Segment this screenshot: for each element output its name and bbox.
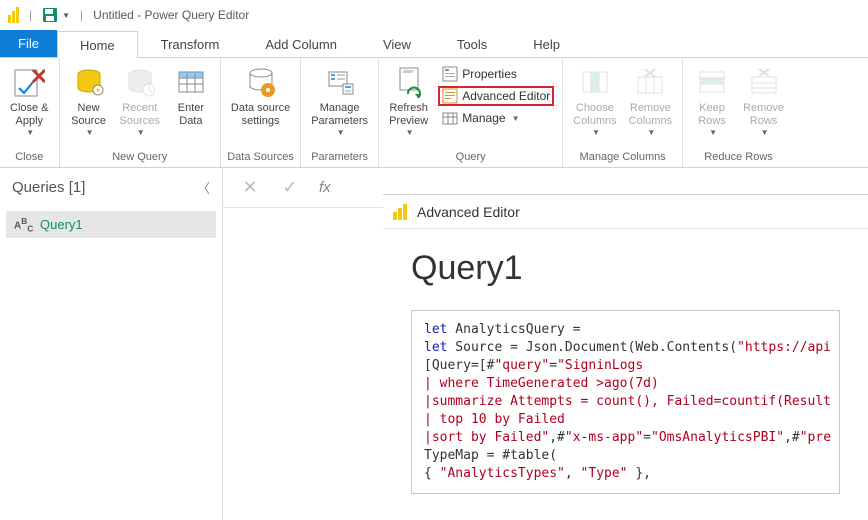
advanced-editor-label: Advanced Editor xyxy=(462,89,550,103)
chevron-down-icon: ▼ xyxy=(709,128,717,137)
chevron-down-icon: ▼ xyxy=(512,114,520,123)
powerbi-logo-icon xyxy=(393,204,407,220)
manage-label: Manage xyxy=(462,111,505,125)
group-label-close: Close xyxy=(4,149,55,165)
group-label-query: Query xyxy=(383,149,558,165)
code-editor[interactable]: let AnalyticsQuery = let Source = Json.D… xyxy=(411,310,840,494)
chevron-down-icon: ▼ xyxy=(761,128,769,137)
enter-data-icon xyxy=(177,64,205,100)
remove-columns-icon xyxy=(635,64,665,100)
title-bar: | ▼ | Untitled - Power Query Editor xyxy=(0,0,868,30)
queries-header: Queries [1] 〈 xyxy=(0,168,222,207)
group-label-new-query: New Query xyxy=(64,149,216,165)
choose-columns-button[interactable]: Choose Columns ▼ xyxy=(567,62,622,139)
chevron-down-icon: ▼ xyxy=(647,128,655,137)
tab-file[interactable]: File xyxy=(0,30,57,57)
commit-formula-icon[interactable]: ✓ xyxy=(279,177,301,198)
ribbon-tabstrip: File Home Transform Add Column View Tool… xyxy=(0,30,868,58)
save-dropdown-icon[interactable]: ▼ xyxy=(62,11,70,20)
enter-data-button[interactable]: Enter Data xyxy=(166,62,216,130)
queries-pane: Queries [1] 〈 ABC Query1 xyxy=(0,168,223,520)
keep-rows-icon xyxy=(697,64,727,100)
close-apply-button[interactable]: Close & Apply ▼ xyxy=(4,62,55,139)
ribbon: Close & Apply ▼ Close New Source ▼ Recen… xyxy=(0,58,868,168)
chevron-down-icon: ▼ xyxy=(406,128,414,137)
data-source-settings-icon xyxy=(246,64,276,100)
ribbon-group-manage-columns: Choose Columns ▼ Remove Columns ▼ Manage… xyxy=(563,58,683,167)
query-list: ABC Query1 xyxy=(0,207,222,242)
recent-sources-button[interactable]: Recent Sources ▼ xyxy=(114,62,166,139)
ribbon-group-reduce-rows: Keep Rows ▼ Remove Rows ▼ Reduce Rows xyxy=(683,58,794,167)
queries-header-label: Queries [1] xyxy=(12,179,85,196)
window-title: Untitled - Power Query Editor xyxy=(93,8,249,22)
advanced-editor-button[interactable]: Advanced Editor xyxy=(438,86,554,106)
tab-tools[interactable]: Tools xyxy=(434,30,510,57)
remove-columns-button[interactable]: Remove Columns ▼ xyxy=(623,62,678,139)
keep-rows-button[interactable]: Keep Rows ▼ xyxy=(687,62,737,139)
ribbon-group-data-sources: Data source settings Data Sources xyxy=(221,58,301,167)
chevron-down-icon: ▼ xyxy=(592,128,600,137)
data-source-settings-button[interactable]: Data source settings xyxy=(225,62,296,130)
remove-rows-button[interactable]: Remove Rows ▼ xyxy=(737,62,790,139)
tab-view[interactable]: View xyxy=(360,30,434,57)
group-label-data-sources: Data Sources xyxy=(225,149,296,165)
query-item[interactable]: ABC Query1 xyxy=(6,211,216,238)
manage-icon xyxy=(442,110,458,126)
ribbon-group-close: Close & Apply ▼ Close xyxy=(0,58,60,167)
group-label-parameters: Parameters xyxy=(305,149,374,165)
manage-button[interactable]: Manage ▼ xyxy=(438,108,554,128)
tab-transform[interactable]: Transform xyxy=(138,30,243,57)
properties-button[interactable]: Properties xyxy=(438,64,554,84)
recent-sources-icon xyxy=(125,64,155,100)
separator: | xyxy=(29,8,32,22)
app-logo-icon xyxy=(8,7,19,23)
chevron-down-icon: ▼ xyxy=(337,128,345,137)
group-label-reduce-rows: Reduce Rows xyxy=(687,149,790,165)
cancel-formula-icon[interactable]: ✕ xyxy=(239,177,261,198)
editor-titlebar: Advanced Editor xyxy=(383,195,868,229)
properties-icon xyxy=(442,66,458,82)
chevron-down-icon: ▼ xyxy=(26,128,34,137)
fx-label[interactable]: fx xyxy=(319,179,331,196)
group-label-manage-columns: Manage Columns xyxy=(567,149,678,165)
close-apply-icon xyxy=(13,64,45,100)
choose-columns-icon xyxy=(580,64,610,100)
remove-rows-icon xyxy=(749,64,779,100)
manage-parameters-icon xyxy=(325,64,355,100)
new-source-icon xyxy=(74,64,104,100)
advanced-editor-window: Advanced Editor Query1 let AnalyticsQuer… xyxy=(383,194,868,520)
tab-help[interactable]: Help xyxy=(510,30,583,57)
query-item-label: Query1 xyxy=(40,217,83,232)
ribbon-group-query: Refresh Preview ▼ Properties Advanced Ed… xyxy=(379,58,563,167)
refresh-icon xyxy=(394,64,424,100)
chevron-down-icon: ▼ xyxy=(137,128,145,137)
new-source-button[interactable]: New Source ▼ xyxy=(64,62,114,139)
save-icon[interactable] xyxy=(42,7,58,23)
editor-body: Query1 let AnalyticsQuery = let Source =… xyxy=(383,229,868,504)
advanced-editor-icon xyxy=(442,88,458,104)
refresh-preview-button[interactable]: Refresh Preview ▼ xyxy=(383,62,434,139)
ribbon-group-parameters: Manage Parameters ▼ Parameters xyxy=(301,58,379,167)
manage-parameters-button[interactable]: Manage Parameters ▼ xyxy=(305,62,374,139)
properties-label: Properties xyxy=(462,67,517,81)
tab-add-column[interactable]: Add Column xyxy=(242,30,360,57)
editor-title: Advanced Editor xyxy=(417,204,520,220)
separator: | xyxy=(80,8,83,22)
datatype-text-icon: ABC xyxy=(14,216,32,233)
tab-home[interactable]: Home xyxy=(57,31,138,58)
ribbon-group-new-query: New Source ▼ Recent Sources ▼ Enter Data… xyxy=(60,58,221,167)
chevron-down-icon: ▼ xyxy=(86,128,94,137)
collapse-icon[interactable]: 〈 xyxy=(197,178,210,197)
editor-heading: Query1 xyxy=(411,249,840,288)
